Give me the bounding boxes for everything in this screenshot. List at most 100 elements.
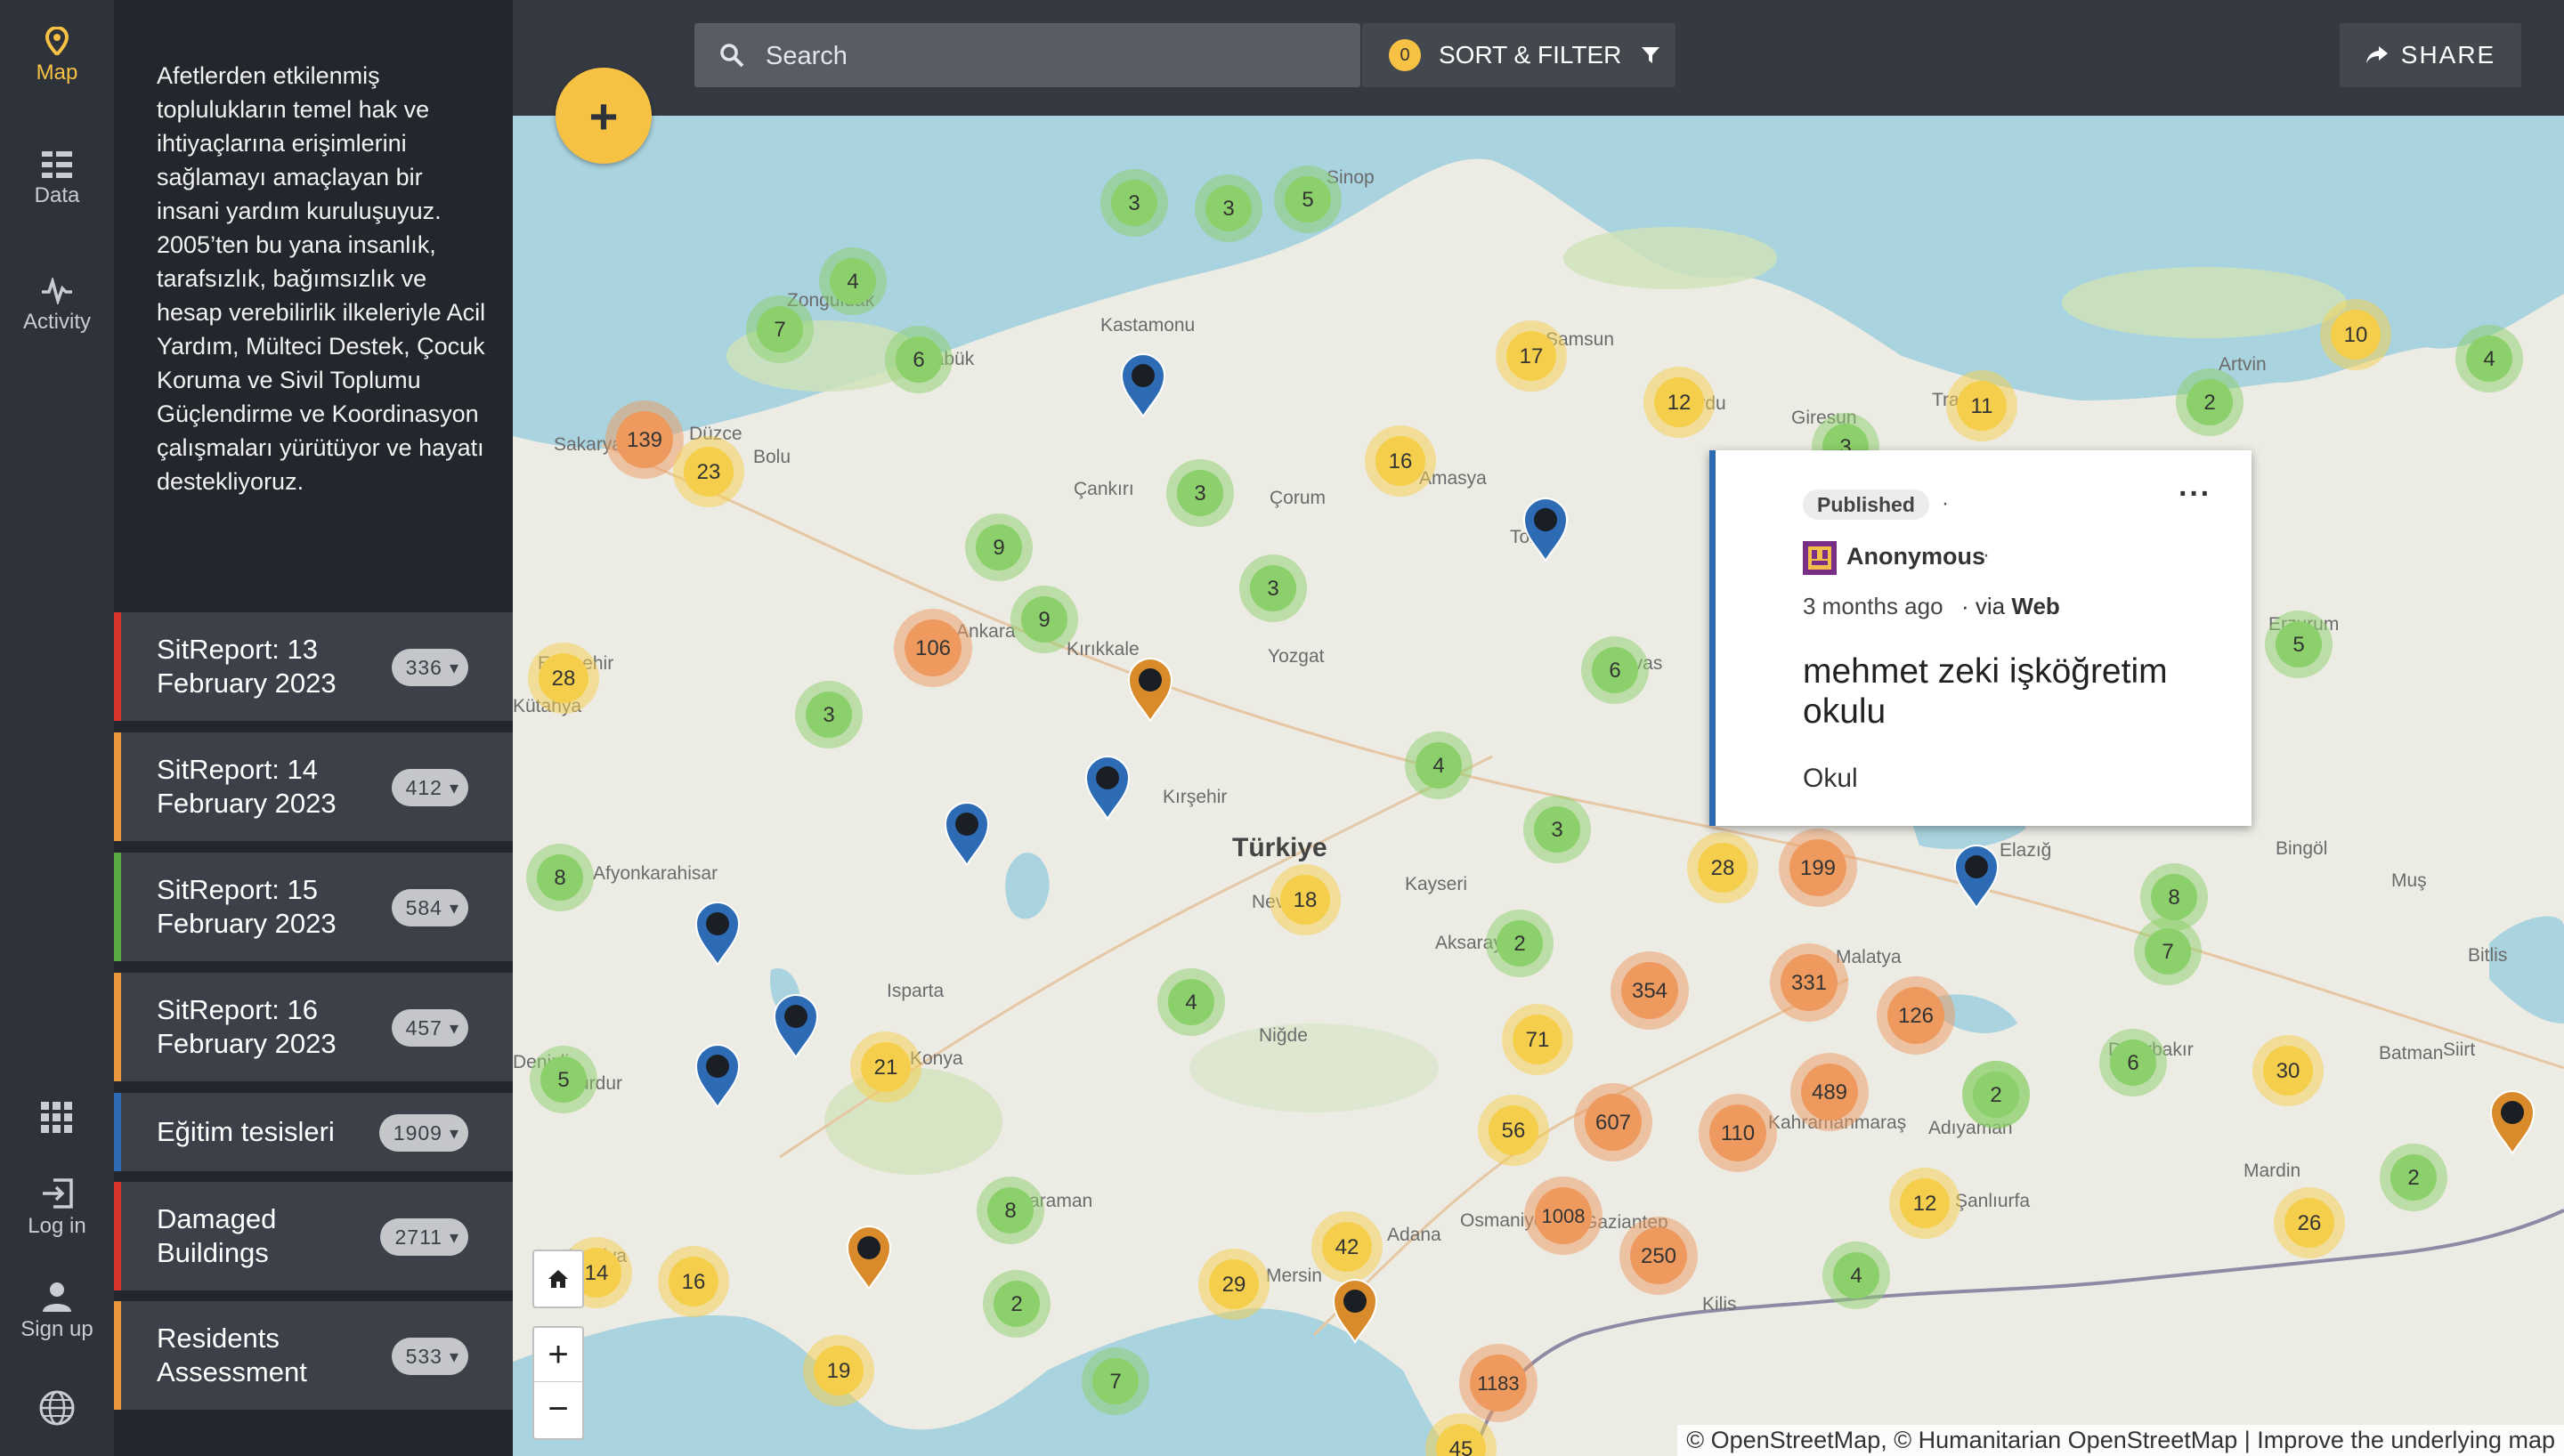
share-button[interactable]: SHARE: [2340, 23, 2521, 87]
map-pin-marker[interactable]: [1084, 755, 1131, 821]
apps-button[interactable]: [0, 1102, 114, 1139]
language-button[interactable]: [0, 1388, 114, 1433]
marker-cluster[interactable]: 110: [1699, 1094, 1777, 1172]
marker-cluster[interactable]: 12: [1889, 1168, 1960, 1239]
marker-cluster[interactable]: 354: [1611, 951, 1689, 1030]
map-canvas[interactable]: SinopZonguldakKastamonuKarabükDüzceSakar…: [513, 0, 2564, 1456]
collection-count-toggle[interactable]: 584 ▾: [391, 889, 468, 926]
map-pin-marker[interactable]: [1522, 497, 1569, 562]
marker-cluster[interactable]: 4: [819, 247, 887, 315]
marker-cluster[interactable]: 489: [1790, 1053, 1869, 1131]
collection-count-toggle[interactable]: 336 ▾: [391, 649, 468, 686]
post-title[interactable]: mehmet zeki işköğretim okulu: [1803, 651, 2212, 732]
marker-cluster[interactable]: 199: [1779, 829, 1857, 907]
map-pin-marker[interactable]: [694, 901, 741, 967]
marker-cluster[interactable]: 2: [2380, 1144, 2447, 1211]
collection-item[interactable]: Damaged Buildings 2711 ▾: [114, 1182, 513, 1290]
map-pin-marker[interactable]: [1127, 657, 1173, 723]
collection-item[interactable]: SitReport: 16 February 2023 457 ▾: [114, 973, 513, 1081]
marker-cluster[interactable]: 1008: [1524, 1177, 1602, 1255]
zoom-in-button[interactable]: +: [534, 1328, 582, 1382]
search-box[interactable]: [694, 23, 1360, 89]
zoom-out-button[interactable]: −: [534, 1382, 582, 1436]
map-attribution[interactable]: © OpenStreetMap, © Humanitarian OpenStre…: [1677, 1425, 2564, 1456]
marker-cluster[interactable]: 17: [1496, 320, 1567, 392]
marker-cluster[interactable]: 19: [803, 1335, 874, 1406]
map-home-button[interactable]: [532, 1250, 584, 1308]
map-pin-marker[interactable]: [1120, 352, 1166, 418]
marker-cluster[interactable]: 4: [1822, 1242, 1890, 1309]
marker-cluster[interactable]: 29: [1198, 1249, 1270, 1320]
marker-cluster[interactable]: 106: [894, 609, 972, 687]
marker-cluster[interactable]: 11: [1946, 370, 2017, 441]
marker-cluster[interactable]: 7: [2134, 918, 2202, 985]
marker-cluster[interactable]: 9: [1010, 586, 1078, 653]
collection-count-toggle[interactable]: 533 ▾: [391, 1338, 468, 1375]
marker-cluster[interactable]: 10: [2320, 299, 2391, 370]
marker-cluster[interactable]: 3: [1523, 796, 1591, 863]
marker-cluster[interactable]: 4: [2455, 325, 2523, 392]
marker-cluster[interactable]: 21: [850, 1031, 921, 1103]
marker-cluster[interactable]: 139: [605, 400, 684, 479]
search-input[interactable]: [764, 23, 1337, 89]
sort-filter-button[interactable]: 0 SORT & FILTER: [1362, 23, 1676, 87]
collection-item[interactable]: Eğitim tesisleri 1909 ▾: [114, 1093, 513, 1171]
map-pin-marker[interactable]: [846, 1225, 892, 1290]
marker-cluster[interactable]: 2: [983, 1270, 1051, 1338]
marker-cluster[interactable]: 3: [1195, 174, 1262, 242]
marker-cluster[interactable]: 3: [1239, 554, 1307, 622]
marker-cluster[interactable]: 5: [2265, 611, 2333, 678]
collection-item[interactable]: SitReport: 15 February 2023 584 ▾: [114, 853, 513, 961]
nav-activity[interactable]: Activity: [0, 278, 114, 335]
marker-cluster[interactable]: 607: [1574, 1083, 1652, 1161]
marker-cluster[interactable]: 3: [795, 681, 863, 748]
marker-cluster[interactable]: 71: [1502, 1004, 1573, 1075]
collection-count-toggle[interactable]: 412 ▾: [391, 769, 468, 806]
marker-cluster[interactable]: 8: [526, 844, 594, 911]
marker-cluster[interactable]: 5: [1274, 166, 1342, 233]
collection-item[interactable]: Residents Assessment 533 ▾: [114, 1301, 513, 1410]
nav-map[interactable]: Map: [0, 27, 114, 85]
more-horizontal-icon[interactable]: ···: [2179, 477, 2211, 512]
marker-cluster[interactable]: 6: [2099, 1029, 2167, 1096]
map-view[interactable]: SinopZonguldakKastamonuKarabükDüzceSakar…: [513, 0, 2564, 1456]
marker-cluster[interactable]: 30: [2252, 1035, 2324, 1106]
marker-cluster[interactable]: 7: [1082, 1347, 1149, 1415]
map-pin-marker[interactable]: [1953, 844, 2000, 910]
collection-count-toggle[interactable]: 457 ▾: [391, 1009, 468, 1047]
marker-cluster[interactable]: 4: [1405, 732, 1473, 799]
marker-cluster[interactable]: 331: [1770, 943, 1848, 1022]
marker-cluster[interactable]: 250: [1619, 1217, 1698, 1295]
marker-cluster[interactable]: 8: [977, 1177, 1044, 1244]
add-post-button[interactable]: +: [556, 68, 652, 164]
marker-cluster[interactable]: 16: [1365, 425, 1436, 497]
marker-cluster[interactable]: 1183: [1459, 1344, 1538, 1422]
marker-cluster[interactable]: 4: [1157, 968, 1225, 1036]
map-pin-marker[interactable]: [773, 993, 819, 1059]
marker-cluster[interactable]: 2: [1486, 910, 1554, 977]
marker-cluster[interactable]: 5: [530, 1046, 597, 1113]
map-pin-marker[interactable]: [694, 1043, 741, 1109]
collection-count-toggle[interactable]: 2711 ▾: [380, 1218, 468, 1256]
marker-cluster[interactable]: 2: [2176, 368, 2244, 436]
nav-data[interactable]: Data: [0, 151, 114, 208]
marker-cluster[interactable]: 28: [1687, 832, 1758, 903]
map-pin-marker[interactable]: [944, 801, 990, 867]
marker-cluster[interactable]: 23: [673, 436, 744, 507]
post-popup[interactable]: Published · ··· Anonymous · 3 months ago…: [1709, 450, 2252, 826]
marker-cluster[interactable]: 9: [965, 514, 1033, 581]
marker-cluster[interactable]: 26: [2274, 1187, 2345, 1258]
marker-cluster[interactable]: 12: [1643, 367, 1715, 438]
marker-cluster[interactable]: 16: [658, 1246, 729, 1317]
marker-cluster[interactable]: 6: [1581, 636, 1649, 704]
nav-login[interactable]: Log in: [0, 1178, 114, 1239]
marker-cluster[interactable]: 7: [746, 295, 814, 363]
collection-count-toggle[interactable]: 1909 ▾: [378, 1114, 468, 1152]
marker-cluster[interactable]: 18: [1270, 864, 1341, 935]
marker-cluster[interactable]: 56: [1478, 1095, 1549, 1166]
collection-item[interactable]: SitReport: 14 February 2023 412 ▾: [114, 732, 513, 841]
marker-cluster[interactable]: 2: [1962, 1061, 2030, 1128]
marker-cluster[interactable]: 3: [1166, 459, 1234, 527]
marker-cluster[interactable]: 3: [1100, 169, 1168, 237]
nav-signup[interactable]: Sign up: [0, 1282, 114, 1342]
